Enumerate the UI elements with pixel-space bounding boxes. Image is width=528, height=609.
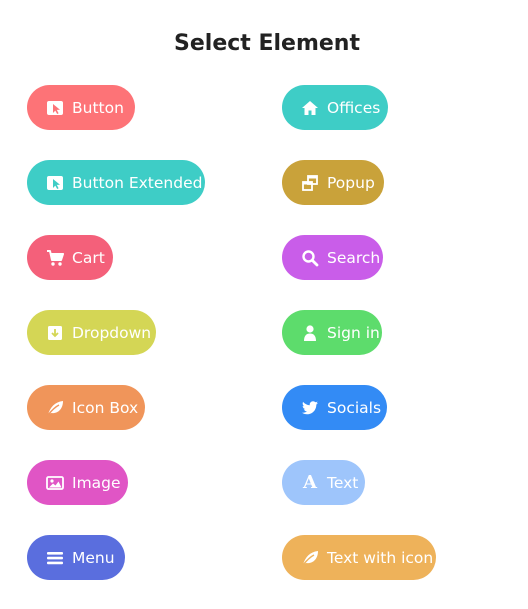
twitter-bird-icon xyxy=(300,398,320,418)
button-extended-element-button[interactable]: Button Extended xyxy=(27,160,205,205)
popup-element-button[interactable]: Popup xyxy=(282,160,384,205)
user-icon xyxy=(300,323,320,343)
text-with-icon-element-button[interactable]: Text with icon xyxy=(282,535,436,580)
button-label: Socials xyxy=(327,398,382,417)
button-element-button[interactable]: Button xyxy=(27,85,135,130)
cursor-icon xyxy=(45,173,65,193)
offices-element-button[interactable]: Offices xyxy=(282,85,388,130)
text-element-button[interactable]: A Text xyxy=(282,460,365,505)
download-box-icon xyxy=(45,323,65,343)
button-label: Popup xyxy=(327,173,375,192)
dropdown-element-button[interactable]: Dropdown xyxy=(27,310,156,355)
search-element-button[interactable]: Search xyxy=(282,235,383,280)
home-icon xyxy=(300,98,320,118)
button-label: Sign in xyxy=(327,323,380,342)
button-label: Button Extended xyxy=(72,173,203,192)
leaf-icon xyxy=(45,398,65,418)
icon-box-element-button[interactable]: Icon Box xyxy=(27,385,145,430)
cart-element-button[interactable]: Cart xyxy=(27,235,113,280)
button-label: Text with icon xyxy=(327,548,434,567)
button-label: Button xyxy=(72,98,124,117)
menu-element-button[interactable]: Menu xyxy=(27,535,125,580)
sign-in-element-button[interactable]: Sign in xyxy=(282,310,382,355)
leaf-icon xyxy=(300,548,320,568)
button-label: Search xyxy=(327,248,381,267)
button-label: Menu xyxy=(72,548,115,567)
button-label: Image xyxy=(72,473,121,492)
button-label: Cart xyxy=(72,248,105,267)
socials-element-button[interactable]: Socials xyxy=(282,385,387,430)
cart-icon xyxy=(45,248,65,268)
text-a-icon: A xyxy=(303,472,317,493)
image-element-button[interactable]: Image xyxy=(27,460,128,505)
image-icon xyxy=(45,473,65,493)
page-title: Select Element xyxy=(174,31,360,56)
button-label: Offices xyxy=(327,98,381,117)
windows-icon xyxy=(300,173,320,193)
search-icon xyxy=(300,248,320,268)
button-label: Text xyxy=(327,473,359,492)
button-label: Icon Box xyxy=(72,398,139,417)
hamburger-icon xyxy=(45,548,65,568)
button-label: Dropdown xyxy=(72,323,152,342)
cursor-icon xyxy=(45,98,65,118)
